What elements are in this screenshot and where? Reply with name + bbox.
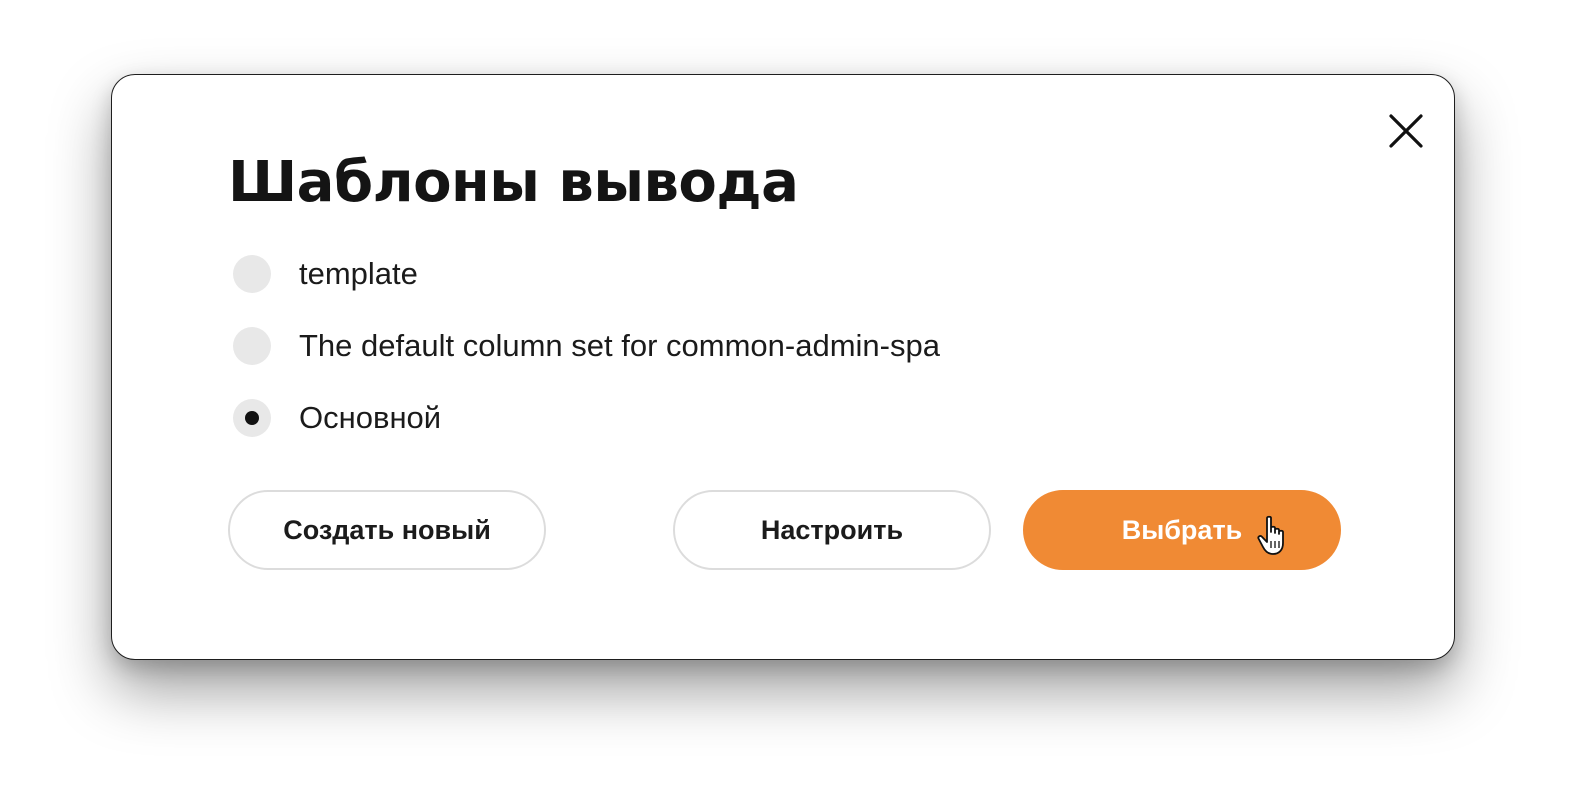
option-label: template	[299, 256, 418, 291]
stage: Шаблоны вывода template The default colu…	[0, 0, 1576, 812]
option-template[interactable]: template	[233, 247, 1233, 301]
create-new-button[interactable]: Создать новый	[228, 490, 546, 570]
option-default-column-set[interactable]: The default column set for common-admin-…	[233, 319, 1233, 373]
option-label: Основной	[299, 400, 442, 435]
option-label: The default column set for common-admin-…	[299, 328, 940, 363]
select-button[interactable]: Выбрать	[1023, 490, 1341, 570]
configure-button[interactable]: Настроить	[673, 490, 991, 570]
close-button[interactable]	[1386, 111, 1426, 151]
option-main[interactable]: Основной	[233, 391, 1233, 445]
radio-button[interactable]	[233, 255, 271, 293]
radio-button-checked[interactable]	[233, 399, 271, 437]
templates-dialog: Шаблоны вывода template The default colu…	[111, 74, 1455, 660]
template-options: template The default column set for comm…	[233, 247, 1233, 463]
dialog-title: Шаблоны вывода	[228, 150, 799, 215]
close-icon	[1389, 114, 1423, 148]
radio-button[interactable]	[233, 327, 271, 365]
